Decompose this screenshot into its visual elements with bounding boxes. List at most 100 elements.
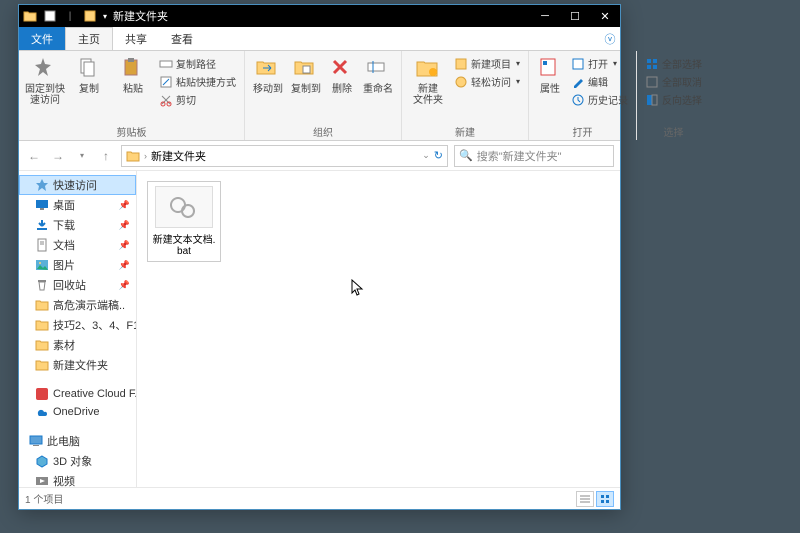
ribbon-clipboard-group: 固定到快 速访问 复制 粘贴 复制路径 粘贴快捷方式 剪切 剪贴板 [19, 51, 245, 140]
sidebar-item[interactable]: 下载📌 [19, 215, 136, 235]
invert-selection-button[interactable]: 反向选择 [643, 92, 704, 107]
star-icon [35, 178, 49, 192]
sidebar-item[interactable]: 桌面📌 [19, 195, 136, 215]
history-dropdown-icon[interactable]: ⌄ [422, 150, 430, 161]
new-folder-button[interactable]: 新建 文件夹 [408, 54, 448, 106]
icons-view-button[interactable] [596, 491, 614, 507]
sidebar-item-label: 高危演示端稿.. [53, 297, 125, 313]
paste-button[interactable]: 粘贴 [113, 54, 153, 95]
path-icon [159, 57, 173, 71]
cut-icon [159, 93, 173, 107]
menubar: 文件 主页 共享 查看 ⓥ [19, 27, 620, 51]
sidebar-item[interactable]: OneDrive [19, 403, 136, 421]
sidebar-item-label: 3D 对象 [53, 453, 92, 469]
delete-icon [329, 56, 355, 82]
folder-icon [35, 338, 49, 352]
forward-button[interactable]: → [49, 147, 67, 165]
tab-view[interactable]: 查看 [159, 27, 205, 50]
explorer-window: | ▾ 新建文件夹 ─ ☐ ✕ 文件 主页 共享 查看 ⓥ 固定到快 速访问 [18, 4, 621, 510]
address-field[interactable]: › 新建文件夹 ⌄ ↻ [121, 145, 448, 167]
qat-item-icon[interactable] [43, 9, 57, 23]
file-item[interactable]: 新建文本文档. bat [147, 181, 221, 262]
pin-icon: 📌 [119, 260, 130, 271]
new-item-button[interactable]: 新建项目▾ [452, 56, 522, 71]
paste-shortcut-button[interactable]: 粘贴快捷方式 [157, 74, 238, 89]
rename-icon [365, 56, 391, 82]
sidebar-item[interactable]: 高危演示端稿.. [19, 295, 136, 315]
navigation-pane[interactable]: 快速访问桌面📌下载📌文档📌图片📌回收站📌高危演示端稿..技巧2、3、4、F1..… [19, 171, 137, 487]
copy-icon [76, 56, 102, 82]
breadcrumb[interactable]: 新建文件夹 [151, 148, 206, 164]
cc-icon [35, 387, 49, 401]
pin-quick-access-button[interactable]: 固定到快 速访问 [25, 54, 65, 106]
sidebar-item-label: 下载 [53, 217, 75, 233]
onedrive-icon [35, 405, 49, 419]
properties-button[interactable]: 属性 [535, 54, 565, 95]
qat-item-icon[interactable] [83, 9, 97, 23]
sidebar-item[interactable]: 新建文件夹 [19, 355, 136, 375]
window-title: 新建文件夹 [113, 8, 530, 24]
sidebar-item[interactable]: 3D 对象 [19, 451, 136, 471]
edit-icon [571, 75, 585, 89]
up-button[interactable]: ↑ [97, 147, 115, 165]
window-controls: ─ ☐ ✕ [530, 5, 620, 27]
sidebar-item[interactable]: 视频 [19, 471, 136, 487]
tab-share[interactable]: 共享 [113, 27, 159, 50]
sidebar-item[interactable]: 图片 📌 [19, 255, 136, 275]
sidebar-item-label: 文档 [53, 237, 75, 253]
sidebar-item[interactable]: 文档📌 [19, 235, 136, 255]
rename-button[interactable]: 重命名 [361, 54, 395, 95]
cut-button[interactable]: 剪切 [157, 92, 238, 107]
delete-button[interactable]: 删除 [327, 54, 357, 95]
history-button[interactable]: 历史记录 [569, 92, 630, 107]
folder-icon [35, 358, 49, 372]
ribbon: 固定到快 速访问 复制 粘贴 复制路径 粘贴快捷方式 剪切 剪贴板 [19, 51, 620, 141]
file-menu[interactable]: 文件 [19, 27, 65, 50]
search-input[interactable]: 🔍 搜索"新建文件夹" [454, 145, 614, 167]
open-button[interactable]: 打开▾ [569, 56, 630, 71]
sidebar-item-label: 此电脑 [47, 433, 80, 449]
details-view-button[interactable] [576, 491, 594, 507]
qat-dropdown-icon[interactable]: ▾ [103, 12, 107, 21]
pin-icon [32, 56, 58, 82]
chevron-icon[interactable]: › [144, 151, 147, 161]
desktop-icon [35, 198, 49, 212]
sidebar-item[interactable]: 回收站📌 [19, 275, 136, 295]
ribbon-toggle-icon[interactable]: ⓥ [600, 27, 620, 50]
ribbon-open-group: 属性 打开▾ 编辑 历史记录 打开 [529, 51, 637, 140]
sidebar-item[interactable]: 技巧2、3、4、F1... [19, 315, 136, 335]
edit-button[interactable]: 编辑 [569, 74, 630, 89]
folder-icon [35, 298, 49, 312]
select-none-button[interactable]: 全部取消 [643, 74, 704, 89]
history-icon [571, 93, 585, 107]
sidebar-item-label: 新建文件夹 [53, 357, 108, 373]
sidebar-item[interactable]: Creative Cloud F... [19, 385, 136, 403]
sidebar-item-label: 图片 [53, 257, 75, 273]
copy-button[interactable]: 复制 [69, 54, 109, 95]
video-icon [35, 474, 49, 487]
file-pane[interactable]: 新建文本文档. bat [137, 171, 620, 487]
easy-access-button[interactable]: 轻松访问▾ [452, 74, 522, 89]
close-button[interactable]: ✕ [590, 5, 620, 27]
select-all-button[interactable]: 全部选择 [643, 56, 704, 71]
qat-divider: | [63, 9, 77, 23]
move-to-button[interactable]: 移动到 [251, 54, 285, 95]
move-icon [255, 56, 281, 82]
recent-button[interactable]: ▾ [73, 147, 91, 165]
pin-icon: 📌 [119, 200, 130, 211]
tab-home[interactable]: 主页 [65, 27, 113, 50]
minimize-button[interactable]: ─ [530, 5, 560, 27]
sidebar-item[interactable]: 此电脑 [19, 431, 136, 451]
copyto-icon [293, 56, 319, 82]
maximize-button[interactable]: ☐ [560, 5, 590, 27]
search-icon: 🔍 [459, 149, 473, 162]
refresh-button[interactable]: ↻ [434, 149, 443, 162]
back-button[interactable]: ← [25, 147, 43, 165]
copy-path-button[interactable]: 复制路径 [157, 56, 238, 71]
recycle-icon [35, 278, 49, 292]
paste-icon [120, 56, 146, 82]
sidebar-item[interactable]: 快速访问 [19, 175, 136, 195]
titlebar[interactable]: | ▾ 新建文件夹 ─ ☐ ✕ [19, 5, 620, 27]
sidebar-item[interactable]: 素材 [19, 335, 136, 355]
copy-to-button[interactable]: 复制到 [289, 54, 323, 95]
